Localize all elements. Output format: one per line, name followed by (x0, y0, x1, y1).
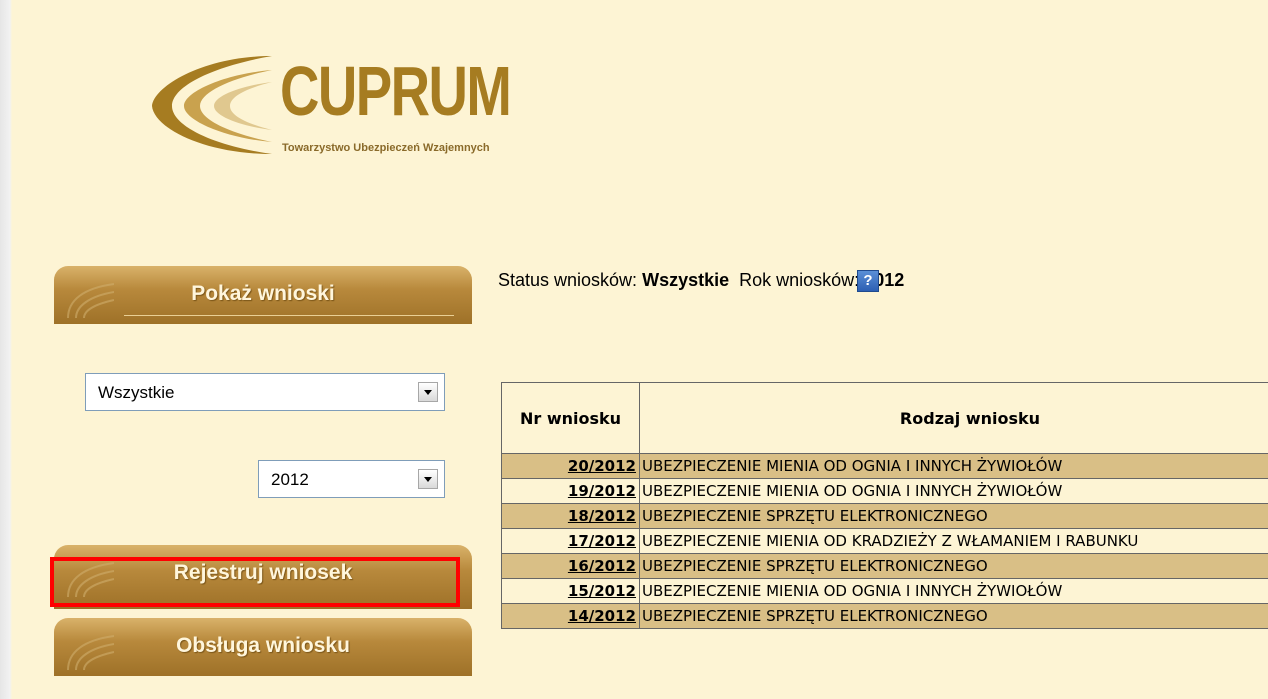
logo-subtitle: Towarzystwo Ubezpieczeń Wzajemnych (282, 142, 490, 154)
cuprum-swoosh-icon (152, 56, 272, 154)
table-row: 15/2012 UBEZPIECZENIE MIENIA OD OGNIA I … (501, 578, 1268, 604)
table-row: 17/2012 UBEZPIECZENIE MIENIA OD KRADZIEŻ… (501, 528, 1268, 554)
application-kind: UBEZPIECZENIE SPRZĘTU ELEKTRONICZNEGO (639, 603, 1268, 629)
show-applications-button[interactable]: Pokaż wnioski (54, 266, 472, 324)
application-number-link[interactable]: 19/2012 (568, 482, 636, 500)
application-service-button[interactable]: Obsługa wniosku (54, 618, 472, 676)
column-header-nr: Nr wniosku (501, 382, 640, 454)
application-number-link[interactable]: 16/2012 (568, 557, 636, 575)
application-kind: UBEZPIECZENIE MIENIA OD KRADZIEŻY Z WŁAM… (639, 528, 1268, 554)
application-kind: UBEZPIECZENIE SPRZĘTU ELEKTRONICZNEGO (639, 553, 1268, 579)
application-kind: UBEZPIECZENIE SPRZĘTU ELEKTRONICZNEGO (639, 503, 1268, 529)
status-select[interactable]: Wszystkie (85, 373, 445, 411)
show-applications-label: Pokaż wnioski (191, 282, 335, 305)
status-select-value: Wszystkie (98, 383, 175, 402)
cuprum-logo: CUPRUM Towarzystwo Ubezpieczeń Wzajemnyc… (144, 46, 554, 186)
register-application-button[interactable]: Rejestruj wniosek (54, 545, 472, 609)
table-header-row: Nr wniosku Rodzaj wniosku (501, 382, 1268, 454)
help-icon[interactable]: ? (857, 270, 879, 292)
application-number-link[interactable]: 18/2012 (568, 507, 636, 525)
application-number-link[interactable]: 17/2012 (568, 532, 636, 550)
status-value: Wszystkie (642, 270, 730, 290)
table-row: 14/2012 UBEZPIECZENIE SPRZĘTU ELEKTRONIC… (501, 603, 1268, 629)
application-number-link[interactable]: 20/2012 (568, 457, 636, 475)
application-service-label: Obsługa wniosku (176, 634, 350, 657)
year-label: Rok wniosków: (739, 270, 860, 290)
table-row: 18/2012 UBEZPIECZENIE SPRZĘTU ELEKTRONIC… (501, 503, 1268, 529)
applications-table: Nr wniosku Rodzaj wniosku 20/2012 UBEZPI… (501, 382, 1268, 629)
application-kind: UBEZPIECZENIE MIENIA OD OGNIA I INNYCH Ż… (639, 478, 1268, 504)
chevron-down-icon[interactable] (418, 469, 438, 489)
year-select[interactable]: 2012 (258, 460, 445, 498)
column-header-kind: Rodzaj wniosku (639, 382, 1268, 454)
table-row: 19/2012 UBEZPIECZENIE MIENIA OD OGNIA I … (501, 478, 1268, 504)
logo-brand-text: CUPRUM (280, 52, 512, 130)
table-row: 20/2012 UBEZPIECZENIE MIENIA OD OGNIA I … (501, 453, 1268, 479)
application-kind: UBEZPIECZENIE MIENIA OD OGNIA I INNYCH Ż… (639, 578, 1268, 604)
year-select-value: 2012 (271, 470, 309, 489)
application-kind: UBEZPIECZENIE MIENIA OD OGNIA I INNYCH Ż… (639, 453, 1268, 479)
table-row: 16/2012 UBEZPIECZENIE SPRZĘTU ELEKTRONIC… (501, 553, 1268, 579)
application-number-link[interactable]: 15/2012 (568, 582, 636, 600)
chevron-down-icon[interactable] (418, 382, 438, 402)
button-underline (124, 315, 454, 316)
page-content: CUPRUM Towarzystwo Ubezpieczeń Wzajemnyc… (12, 8, 1268, 699)
register-application-label: Rejestruj wniosek (173, 561, 353, 584)
application-number-link[interactable]: 14/2012 (568, 607, 636, 625)
status-label: Status wniosków: (498, 270, 638, 290)
status-line: Status wniosków: Wszystkie Rok wniosków:… (498, 270, 904, 291)
